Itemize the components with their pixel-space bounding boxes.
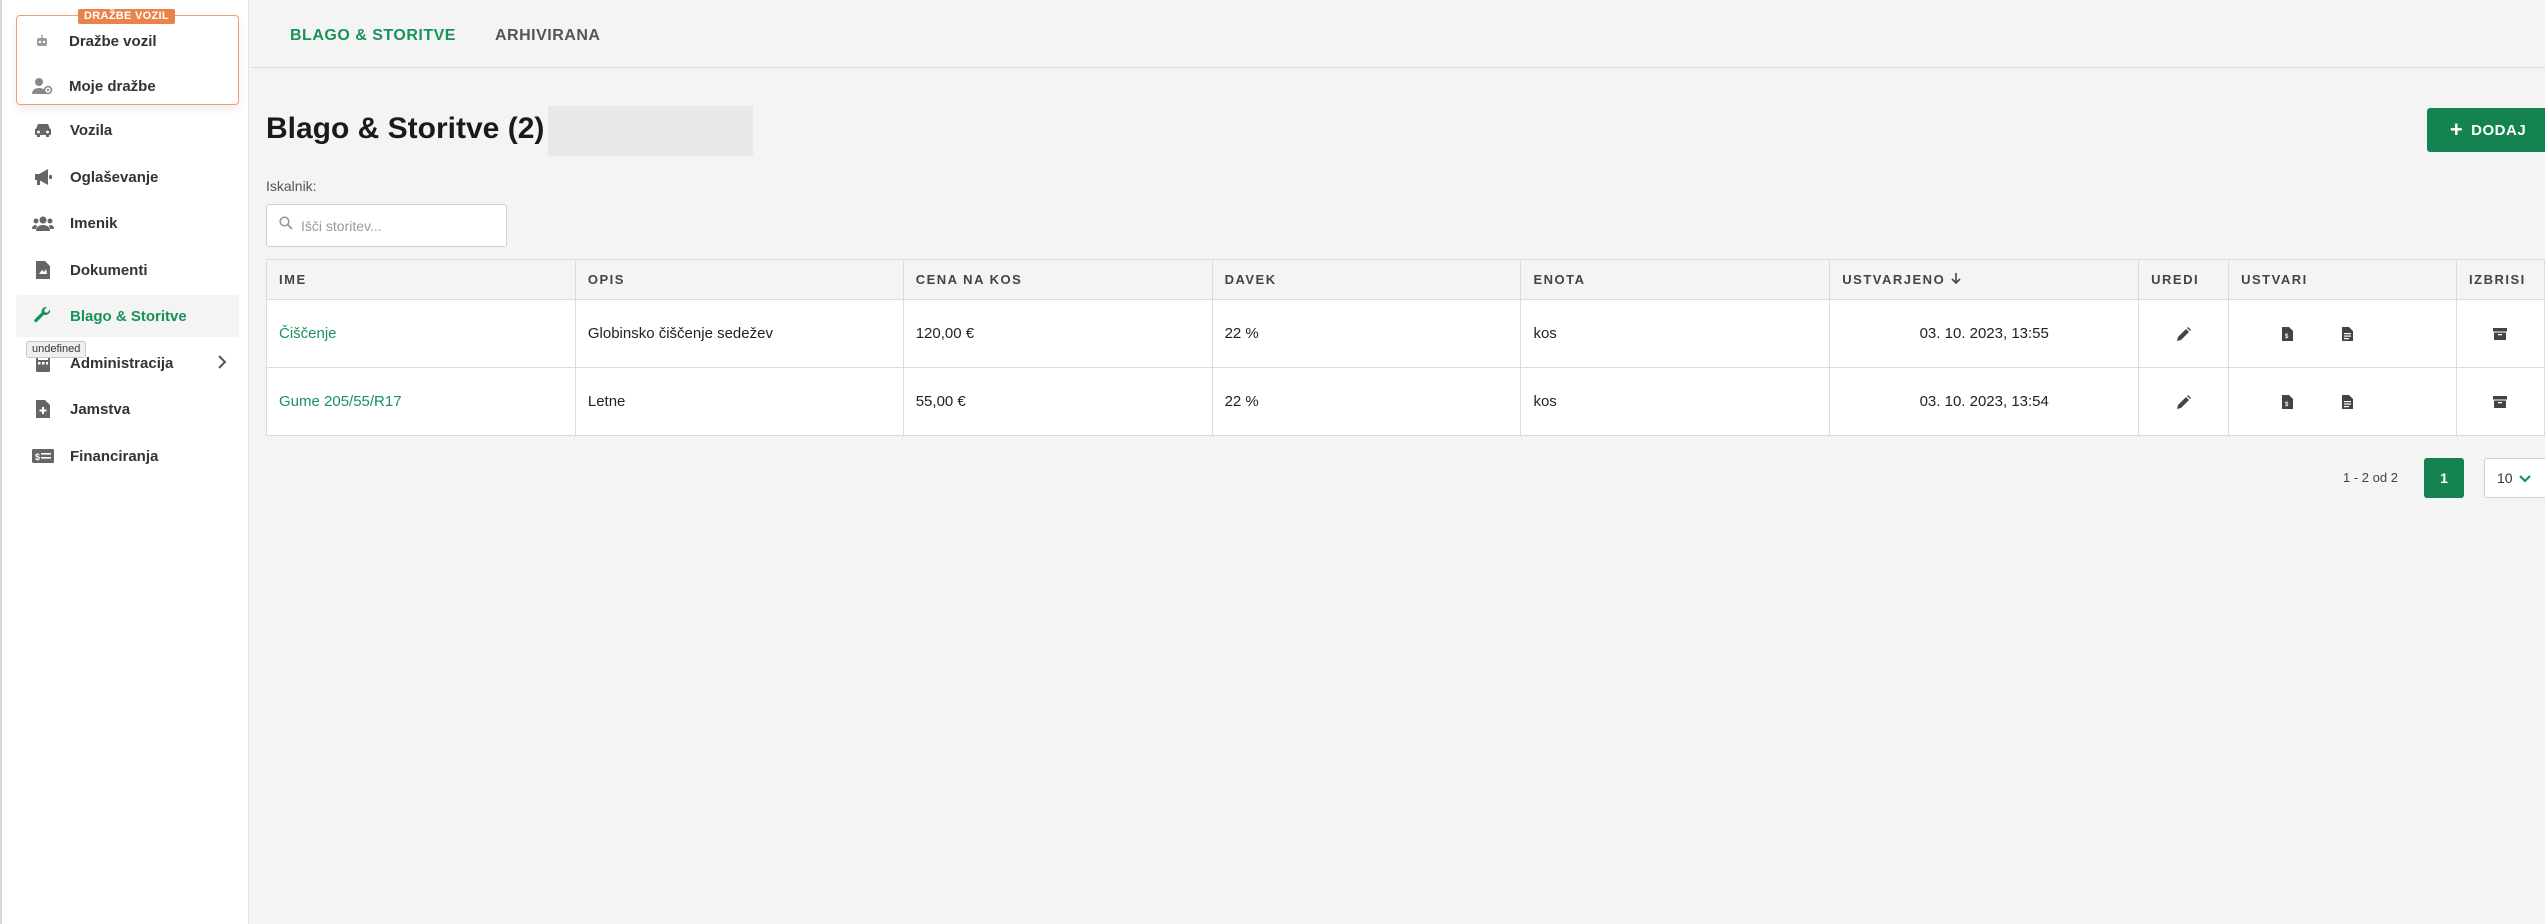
tab-arhivirana[interactable]: ARHIVIRANA <box>495 27 600 45</box>
sidebar-item-my-auctions[interactable]: Moje dražbe <box>31 75 156 97</box>
chevron-down-icon <box>2518 470 2531 486</box>
table-row: Čiščenje Globinsko čiščenje sedežev 120,… <box>267 300 2545 368</box>
page-title: Blago & Storitve (2) <box>266 112 545 145</box>
archive-icon[interactable] <box>2490 324 2510 344</box>
cell-uredi <box>2139 368 2230 435</box>
auctions-tag: DRAŽBE VOZIL <box>78 9 175 24</box>
cell-cena: 55,00 € <box>904 368 1213 435</box>
sidebar-item-label: Vozila <box>70 121 113 139</box>
archive-icon[interactable] <box>2490 392 2510 412</box>
cell-ustvari: $ <box>2229 368 2458 435</box>
create-document-icon[interactable] <box>2337 324 2357 344</box>
robot-icon <box>31 32 53 50</box>
cell-opis: Letne <box>576 368 904 435</box>
add-button-label: DODAJ <box>2471 121 2527 139</box>
item-link[interactable]: Gume 205/55/R17 <box>279 393 402 410</box>
sidebar-item-financiranja[interactable]: $ Financiranja <box>16 435 239 477</box>
sidebar-item-vozila[interactable]: Vozila <box>16 109 239 151</box>
cell-uredi <box>2139 300 2230 367</box>
sidebar-item-imenik[interactable]: Imenik <box>16 202 239 244</box>
page-button-current[interactable]: 1 <box>2424 458 2464 498</box>
column-header-ime[interactable]: IME <box>267 260 576 299</box>
column-header-label: USTVARJENO <box>1842 272 1946 287</box>
user-gear-icon <box>31 77 53 95</box>
page-size-select[interactable]: 10 <box>2484 458 2545 498</box>
sort-down-icon <box>1951 272 1961 288</box>
cell-ustvarjeno: 03. 10. 2023, 13:55 <box>1830 300 2140 367</box>
users-icon <box>32 213 54 233</box>
search-icon <box>279 216 293 235</box>
sidebar-item-oglasevanje[interactable]: Oglaševanje <box>16 156 239 198</box>
tab-bar: BLAGO & STORITVE ARHIVIRANA <box>250 0 2545 68</box>
column-header-izbrisi: IZBRISI <box>2457 260 2545 299</box>
sidebar-item-vehicle-auctions[interactable]: Dražbe vozil <box>31 30 157 52</box>
cell-izbrisi <box>2457 300 2545 367</box>
money-card-icon: $ <box>32 446 54 466</box>
cell-ime: Gume 205/55/R17 <box>267 368 576 435</box>
cell-davek: 22 % <box>1213 300 1522 367</box>
edit-pencil-icon[interactable] <box>2174 324 2194 344</box>
tooltip: undefined <box>26 341 87 358</box>
sidebar-item-blago-storitve[interactable]: Blago & Storitve <box>16 295 239 337</box>
title-placeholder <box>548 106 753 156</box>
column-header-ustvarjeno[interactable]: USTVARJENO <box>1830 260 2140 299</box>
services-table: IME OPIS CENA NA KOS DAVEK ENOTA USTVARJ… <box>266 259 2545 436</box>
create-invoice-icon[interactable]: $ <box>2277 324 2297 344</box>
sidebar-item-label: Oglaševanje <box>70 168 159 186</box>
cell-ime: Čiščenje <box>267 300 576 367</box>
add-button[interactable]: + DODAJ <box>2427 108 2545 152</box>
sidebar-item-jamstva[interactable]: Jamstva <box>16 388 239 430</box>
sidebar-item-label: Administracija <box>70 354 174 372</box>
sidebar: DRAŽBE VOZIL Dražbe vozil Moje dražbe Vo… <box>0 0 249 924</box>
column-header-enota[interactable]: ENOTA <box>1521 260 1831 299</box>
sidebar-item-label: Jamstva <box>70 400 131 418</box>
cell-opis: Globinsko čiščenje sedežev <box>576 300 904 367</box>
megaphone-icon <box>32 167 54 187</box>
cell-enota: kos <box>1521 300 1831 367</box>
sidebar-item-label: Dokumenti <box>70 261 148 279</box>
plus-icon: + <box>2449 117 2464 142</box>
car-icon <box>32 120 54 140</box>
document-icon <box>32 260 54 280</box>
chevron-right-icon[interactable] <box>217 355 227 374</box>
cell-ustvarjeno: 03. 10. 2023, 13:54 <box>1830 368 2140 435</box>
cell-cena: 120,00 € <box>904 300 1213 367</box>
sidebar-item-label: Blago & Storitve <box>70 307 187 325</box>
edit-pencil-icon[interactable] <box>2174 392 2194 412</box>
pagination-summary: 1 - 2 od 2 <box>2343 470 2398 485</box>
sidebar-item-label: Moje dražbe <box>69 77 156 95</box>
table-row: Gume 205/55/R17 Letne 55,00 € 22 % kos 0… <box>267 368 2545 436</box>
search-label: Iskalnik: <box>266 178 317 194</box>
column-header-uredi: UREDI <box>2139 260 2230 299</box>
tab-blago-storitve[interactable]: BLAGO & STORITVE <box>290 27 456 45</box>
column-header-ustvari: USTVARI <box>2229 260 2458 299</box>
sidebar-item-label: Financiranja <box>70 447 159 465</box>
page-size-value: 10 <box>2497 470 2513 486</box>
cell-izbrisi <box>2457 368 2545 435</box>
auctions-promo-box: DRAŽBE VOZIL Dražbe vozil Moje dražbe <box>16 9 239 105</box>
cell-enota: kos <box>1521 368 1831 435</box>
item-link[interactable]: Čiščenje <box>279 325 337 342</box>
sidebar-item-label: Imenik <box>70 214 118 232</box>
cell-davek: 22 % <box>1213 368 1522 435</box>
file-plus-icon <box>32 399 54 419</box>
search-box[interactable] <box>266 204 507 247</box>
svg-text:$: $ <box>35 452 40 462</box>
column-header-cena[interactable]: CENA NA KOS <box>904 260 1213 299</box>
create-invoice-icon[interactable]: $ <box>2277 392 2297 412</box>
cell-ustvari: $ <box>2229 300 2458 367</box>
sidebar-item-label: Dražbe vozil <box>69 32 157 50</box>
wrench-icon <box>32 306 54 326</box>
sidebar-item-dokumenti[interactable]: Dokumenti <box>16 249 239 291</box>
column-header-opis[interactable]: OPIS <box>576 260 904 299</box>
column-header-davek[interactable]: DAVEK <box>1213 260 1522 299</box>
search-input[interactable] <box>301 217 491 234</box>
table-header: IME OPIS CENA NA KOS DAVEK ENOTA USTVARJ… <box>267 260 2545 300</box>
create-document-icon[interactable] <box>2337 392 2357 412</box>
